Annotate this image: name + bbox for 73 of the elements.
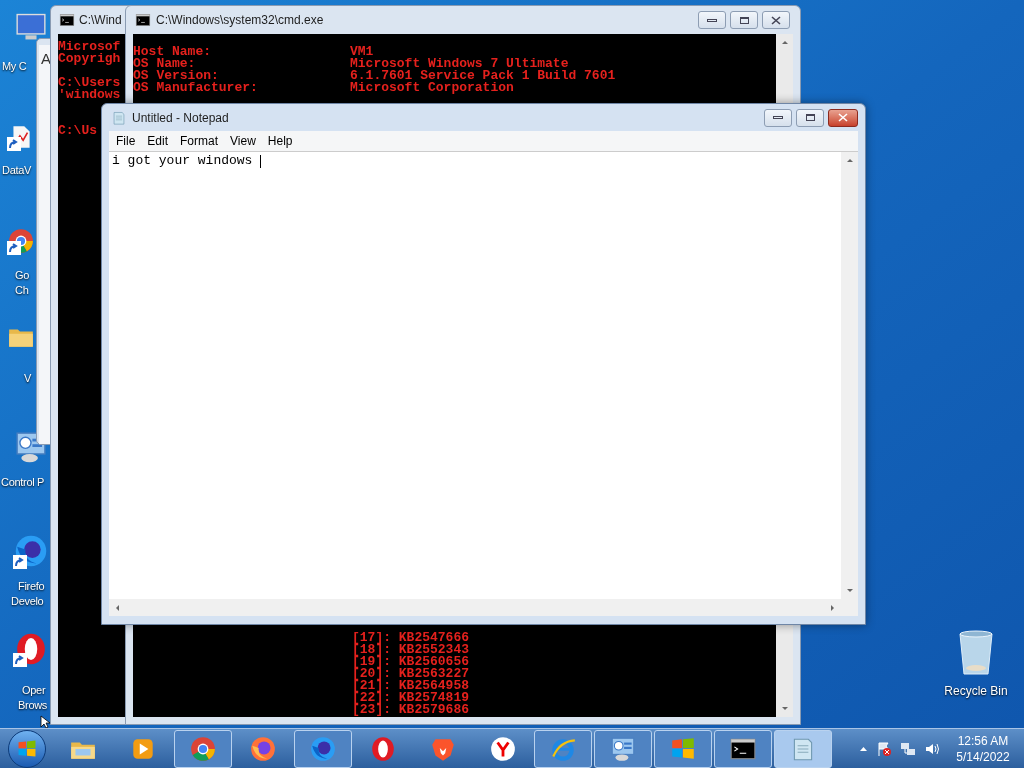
- horizontal-scrollbar[interactable]: [109, 599, 841, 616]
- close-icon: [838, 113, 848, 122]
- menu-item[interactable]: Format: [174, 132, 225, 150]
- opera-icon: [369, 734, 397, 763]
- menu-item[interactable]: View: [224, 132, 262, 150]
- desktop-icon-label[interactable]: V: [24, 371, 32, 386]
- vertical-scrollbar[interactable]: [841, 152, 858, 599]
- console-value: Microsoft Corporation: [350, 82, 514, 94]
- yandex-icon: [489, 734, 517, 763]
- console-line: [18]: KB2552343: [352, 644, 471, 656]
- text-cursor: [260, 155, 262, 168]
- window-title: C:\Windows\system32\cmd.exe: [156, 12, 325, 29]
- console-value: 6.1.7601 Service Pack 1 Build 7601: [350, 70, 616, 82]
- desktop-icon-label[interactable]: Ch: [15, 283, 29, 298]
- close-button[interactable]: [828, 108, 858, 127]
- scroll-down-icon[interactable]: [846, 587, 853, 594]
- menu-item[interactable]: File: [110, 132, 142, 150]
- network-icon[interactable]: [900, 740, 916, 757]
- flag-warning-icon[interactable]: [876, 740, 892, 757]
- scroll-up-icon[interactable]: [781, 39, 788, 46]
- maximize-button[interactable]: [796, 108, 824, 127]
- recycle-bin-icon[interactable]: [957, 630, 995, 676]
- text-area[interactable]: i got your windows: [109, 152, 841, 599]
- desktop-icon-label[interactable]: Develo: [11, 594, 44, 609]
- console-label: OS Manufacturer:: [133, 82, 259, 94]
- console-line: [23]: KB2579686: [352, 704, 471, 716]
- clock[interactable]: 12:56 AM 5/14/2022: [950, 732, 1016, 765]
- mouse-pointer-icon: [40, 715, 52, 728]
- taskbar-button[interactable]: [294, 729, 352, 768]
- desktop-icon-label[interactable]: Brows: [18, 698, 48, 713]
- console-value: Microsoft Windows 7 Ultimate: [350, 58, 569, 70]
- menu-item[interactable]: Edit: [141, 132, 175, 150]
- console-line: [20]: KB2563227: [352, 668, 471, 680]
- console-label: OS Name:: [133, 58, 196, 70]
- typed-text: i got your windows: [112, 153, 253, 169]
- desktop-icon-label[interactable]: My C: [2, 59, 27, 74]
- minimize-button[interactable]: [764, 108, 792, 127]
- maximize-button[interactable]: [730, 11, 758, 29]
- desktop-icon-label[interactable]: DataV: [2, 163, 32, 178]
- window-title: Untitled - Notepad: [132, 109, 230, 127]
- console-line: 'windows: [58, 89, 122, 101]
- scroll-down-icon[interactable]: [781, 705, 788, 712]
- scroll-left-icon[interactable]: [114, 604, 121, 611]
- show-hidden-icons-icon[interactable]: [859, 745, 868, 752]
- notepad-icon: [111, 109, 127, 126]
- start-button[interactable]: [8, 729, 46, 768]
- console-value: VM1: [350, 46, 374, 58]
- chrome-icon: [189, 734, 217, 763]
- desktop-icon-label[interactable]: Oper: [22, 683, 46, 698]
- console-label: Host Name:: [133, 46, 212, 58]
- menu-item[interactable]: Help: [261, 132, 299, 150]
- console-line: [21]: KB2564958: [352, 680, 471, 692]
- command-prompt-icon: [135, 12, 151, 28]
- minimize-button[interactable]: [698, 11, 726, 29]
- window-text: A: [41, 50, 51, 67]
- console-line: [19]: KB2560656: [352, 656, 471, 668]
- taskbar-button[interactable]: [714, 729, 772, 768]
- desktop-icon-label[interactable]: Firefo: [18, 579, 45, 594]
- console-line: [17]: KB2547666: [352, 632, 471, 644]
- desktop-icon-label[interactable]: Go: [15, 268, 30, 283]
- recycle-bin-label: Recycle Bin: [944, 683, 1008, 700]
- console-line: [22]: KB2574819: [352, 692, 471, 704]
- scroll-right-icon[interactable]: [829, 604, 836, 611]
- window-title: C:\Wind: [79, 12, 122, 29]
- console-line: C:\Us: [58, 125, 98, 137]
- command-prompt-icon: [59, 12, 75, 28]
- desktop-icon-label[interactable]: Control P: [1, 475, 45, 490]
- firefox-icon: [309, 734, 337, 763]
- console-label: OS Version:: [133, 70, 219, 82]
- scroll-up-icon[interactable]: [846, 157, 853, 164]
- close-button[interactable]: [762, 11, 790, 29]
- close-icon: [771, 15, 781, 25]
- firefox-icon: [249, 734, 277, 763]
